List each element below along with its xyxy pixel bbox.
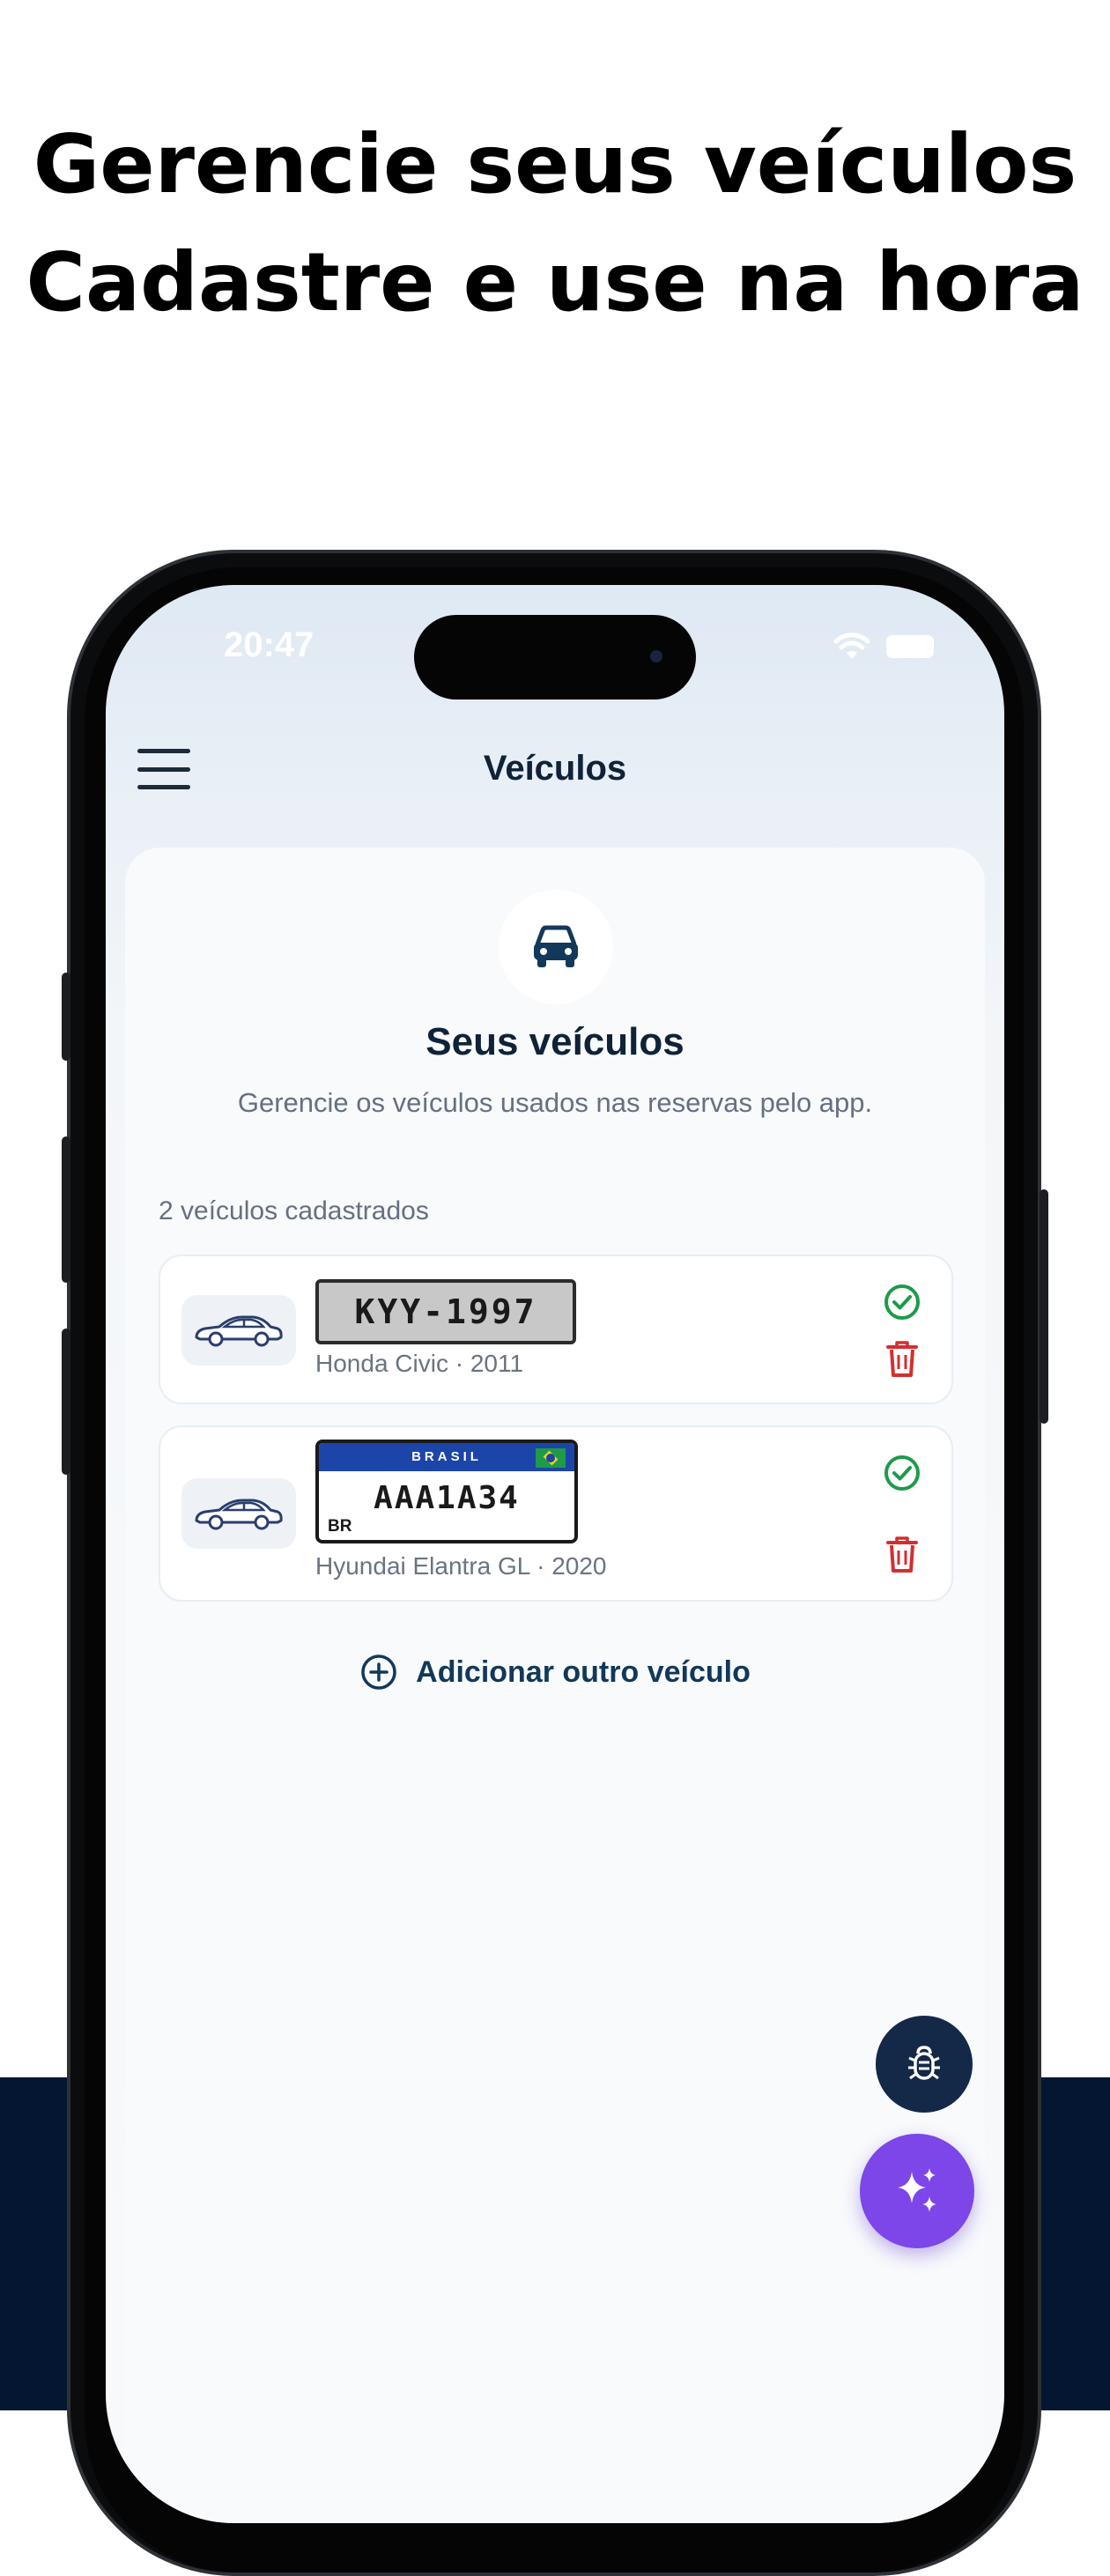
plate-country: BR [328,1517,352,1536]
bug-icon [908,2046,940,2080]
check-circle-icon[interactable] [883,1454,921,1492]
brazil-flag-icon [536,1448,566,1468]
vehicles-card: Seus veículos Gerencie os veículos usado… [125,848,985,2523]
vehicle-thumbnail [181,1295,296,1366]
car-front-icon [534,925,578,967]
promo-headline: Gerencie seus veículos Cadastre e use na… [0,106,1110,342]
license-plate: KYY-1997 [315,1279,576,1344]
license-plate-mercosul: BRASIL BR AAA1A34 [315,1440,578,1543]
license-plate: AAA1A34 [374,1480,520,1516]
ai-assistant-fab-button[interactable] [860,2134,974,2248]
app-screen: 20:47 Veículos Seus veículos Gerencie os… [106,585,1004,2523]
card-subtitle: Gerencie os veículos usados nas reservas… [237,1087,873,1118]
car-side-icon [195,1499,283,1530]
plus-circle-icon [361,1654,396,1690]
promo-line-2: Cadastre e use na hora [26,235,1084,329]
page-title: Veículos [483,749,627,788]
battery-icon [886,635,934,658]
vehicle-item-hyundai-elantra[interactable]: BRASIL BR AAA1A34 Hyundai Elantra GL · 2… [159,1425,953,1602]
vehicle-count-label: 2 veículos cadastrados [159,1196,429,1225]
dynamic-island [414,615,696,700]
card-title: Seus veículos [426,1020,684,1063]
wifi-icon [833,633,870,659]
phone-power-button [1040,1189,1048,1424]
add-vehicle-button[interactable]: Adicionar outro veículo [125,1653,985,1691]
card-icon-circle [499,890,613,1004]
car-side-icon [195,1315,283,1347]
debug-fab-button[interactable] [876,2016,973,2113]
trash-icon[interactable] [884,1535,920,1573]
vehicle-thumbnail [181,1478,296,1549]
vehicle-description: Hyundai Elantra GL · 2020 [315,1552,607,1580]
status-indicators [833,633,934,661]
vehicle-item-honda-civic[interactable]: KYY-1997 Honda Civic · 2011 [159,1255,953,1404]
check-circle-icon[interactable] [883,1283,921,1321]
trash-icon[interactable] [884,1339,920,1378]
add-vehicle-label: Adicionar outro veículo [416,1654,751,1689]
sparkles-icon [898,2168,936,2212]
status-time: 20:47 [224,625,314,664]
vehicle-description: Honda Civic · 2011 [315,1350,524,1377]
phone-volume-down [62,1329,70,1475]
phone-volume-up [62,1136,70,1283]
phone-silent-switch [62,973,70,1061]
promo-line-1: Gerencie seus veículos [33,117,1077,211]
